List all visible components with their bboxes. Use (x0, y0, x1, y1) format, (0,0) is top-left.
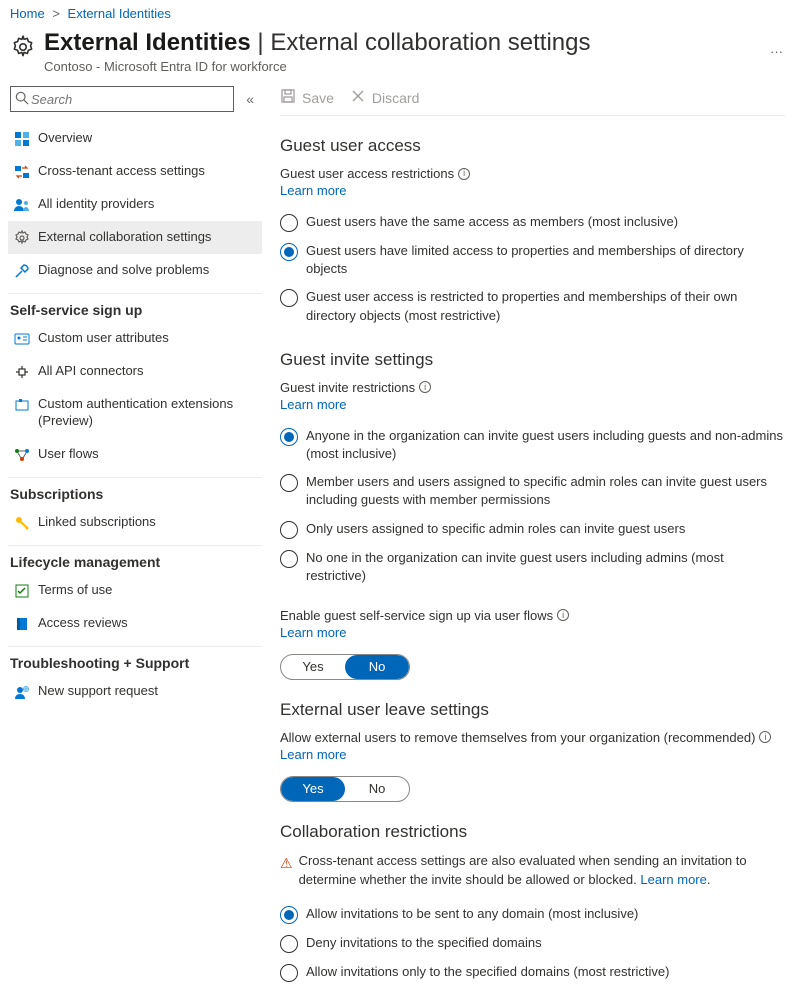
sidebar-item-label: Terms of use (38, 582, 256, 599)
swap-icon (14, 164, 30, 180)
breadcrumb-external-identities[interactable]: External Identities (68, 6, 171, 21)
checklist-icon (14, 583, 30, 599)
sidebar-item-cross-tenant[interactable]: Cross-tenant access settings (8, 155, 262, 188)
field-label-guest-invite-restrictions: Guest invite restrictions i (280, 380, 785, 395)
field-label-allow-leave: Allow external users to remove themselve… (280, 730, 785, 745)
breadcrumb-separator-icon: > (52, 6, 60, 21)
radio-guest-access-restricted[interactable]: Guest user access is restricted to prope… (280, 283, 785, 329)
page-title: External Identities | External collabora… (44, 29, 760, 57)
info-icon[interactable]: i (419, 381, 431, 393)
warning-message: ⚠ Cross-tenant access settings are also … (280, 852, 785, 890)
field-label-self-service-signup: Enable guest self-service sign up via us… (280, 608, 785, 623)
learn-more-link[interactable]: Learn more (280, 183, 346, 198)
learn-more-link[interactable]: Learn more (280, 397, 346, 412)
wrench-icon (14, 263, 30, 279)
toggle-allow-leave[interactable]: Yes No (280, 776, 410, 802)
toggle-self-service-signup[interactable]: Yes No (280, 654, 410, 680)
toggle-yes[interactable]: Yes (281, 655, 345, 679)
toggle-no[interactable]: No (345, 655, 409, 679)
book-icon (14, 616, 30, 632)
sidebar-item-label: Access reviews (38, 615, 256, 632)
page-header: External Identities | External collabora… (0, 23, 793, 84)
radio-guest-access-limited[interactable]: Guest users have limited access to prope… (280, 237, 785, 283)
search-icon (15, 91, 29, 108)
search-input[interactable] (10, 86, 234, 112)
sidebar-item-terms-of-use[interactable]: Terms of use (8, 574, 262, 607)
section-title-guest-invite: Guest invite settings (280, 350, 785, 370)
radio-invite-anyone[interactable]: Anyone in the organization can invite gu… (280, 422, 785, 468)
sidebar-item-api-connectors[interactable]: All API connectors (8, 355, 262, 388)
info-icon[interactable]: i (458, 168, 470, 180)
sidebar-item-label: External collaboration settings (38, 229, 256, 246)
sidebar-item-label: Custom user attributes (38, 330, 256, 347)
sidebar-item-overview[interactable]: Overview (8, 122, 262, 155)
breadcrumb-home[interactable]: Home (10, 6, 45, 21)
sidebar: « Overview Cross-tenant access settings … (0, 84, 262, 708)
sidebar-item-label: All API connectors (38, 363, 256, 380)
sidebar-item-label: User flows (38, 446, 256, 463)
section-title-guest-access: Guest user access (280, 136, 785, 156)
sidebar-item-label: Cross-tenant access settings (38, 163, 256, 180)
sidebar-item-label: All identity providers (38, 196, 256, 213)
sidebar-item-label: Diagnose and solve problems (38, 262, 256, 279)
more-button[interactable]: ··· (770, 44, 783, 59)
support-icon (14, 684, 30, 700)
extension-icon (14, 397, 30, 413)
sidebar-item-auth-extensions[interactable]: Custom authentication extensions (Previe… (8, 388, 262, 438)
section-title-external-leave: External user leave settings (280, 700, 785, 720)
info-icon[interactable]: i (759, 731, 771, 743)
collapse-sidebar-button[interactable]: « (240, 91, 260, 107)
page-subtitle: Contoso - Microsoft Entra ID for workfor… (44, 59, 760, 74)
learn-more-link[interactable]: Learn more (280, 747, 346, 762)
radio-invite-admins-only[interactable]: Only users assigned to specific admin ro… (280, 515, 785, 544)
info-icon[interactable]: i (557, 609, 569, 621)
toolbar: Save Discard (280, 84, 785, 116)
sidebar-item-label: Custom authentication extensions (Previe… (38, 396, 256, 430)
radio-invite-members[interactable]: Member users and users assigned to speci… (280, 468, 785, 514)
main-content: Save Discard Guest user access Guest use… (262, 84, 793, 1007)
sidebar-heading-troubleshooting: Troubleshooting + Support (8, 646, 262, 675)
radio-collab-allow-specified[interactable]: Allow invitations only to the specified … (280, 958, 785, 987)
sidebar-item-label: Overview (38, 130, 256, 147)
sidebar-item-diagnose[interactable]: Diagnose and solve problems (8, 254, 262, 287)
key-icon (14, 515, 30, 531)
sidebar-item-linked-subscriptions[interactable]: Linked subscriptions (8, 506, 262, 539)
sidebar-item-identity-providers[interactable]: All identity providers (8, 188, 262, 221)
sidebar-item-new-support-request[interactable]: New support request (8, 675, 262, 708)
radio-guest-access-same[interactable]: Guest users have the same access as memb… (280, 208, 785, 237)
discard-button[interactable]: Discard (350, 88, 419, 107)
gear-icon (10, 34, 36, 63)
id-card-icon (14, 331, 30, 347)
discard-icon (350, 88, 366, 107)
sidebar-heading-self-service: Self-service sign up (8, 293, 262, 322)
sidebar-item-access-reviews[interactable]: Access reviews (8, 607, 262, 640)
dashboard-icon (14, 131, 30, 147)
sidebar-item-user-flows[interactable]: User flows (8, 438, 262, 471)
flow-icon (14, 447, 30, 463)
save-icon (280, 88, 296, 107)
radio-invite-none[interactable]: No one in the organization can invite gu… (280, 544, 785, 590)
field-label-guest-access-restrictions: Guest user access restrictions i (280, 166, 785, 181)
radio-collab-allow-any[interactable]: Allow invitations to be sent to any doma… (280, 900, 785, 929)
learn-more-link[interactable]: Learn more (280, 625, 346, 640)
sidebar-item-external-collaboration[interactable]: External collaboration settings (8, 221, 262, 254)
connector-icon (14, 364, 30, 380)
people-icon (14, 197, 30, 213)
sidebar-heading-lifecycle: Lifecycle management (8, 545, 262, 574)
warning-icon: ⚠ (280, 853, 293, 873)
sidebar-item-custom-attributes[interactable]: Custom user attributes (8, 322, 262, 355)
breadcrumb: Home > External Identities (0, 0, 793, 23)
toggle-no[interactable]: No (345, 777, 409, 801)
radio-collab-deny-specified[interactable]: Deny invitations to the specified domain… (280, 929, 785, 958)
sidebar-item-label: New support request (38, 683, 256, 700)
section-title-collaboration-restrictions: Collaboration restrictions (280, 822, 785, 842)
gear-icon (14, 230, 30, 246)
learn-more-link[interactable]: Learn more (640, 872, 706, 887)
toggle-yes[interactable]: Yes (281, 777, 345, 801)
sidebar-heading-subscriptions: Subscriptions (8, 477, 262, 506)
save-button[interactable]: Save (280, 88, 334, 107)
sidebar-item-label: Linked subscriptions (38, 514, 256, 531)
